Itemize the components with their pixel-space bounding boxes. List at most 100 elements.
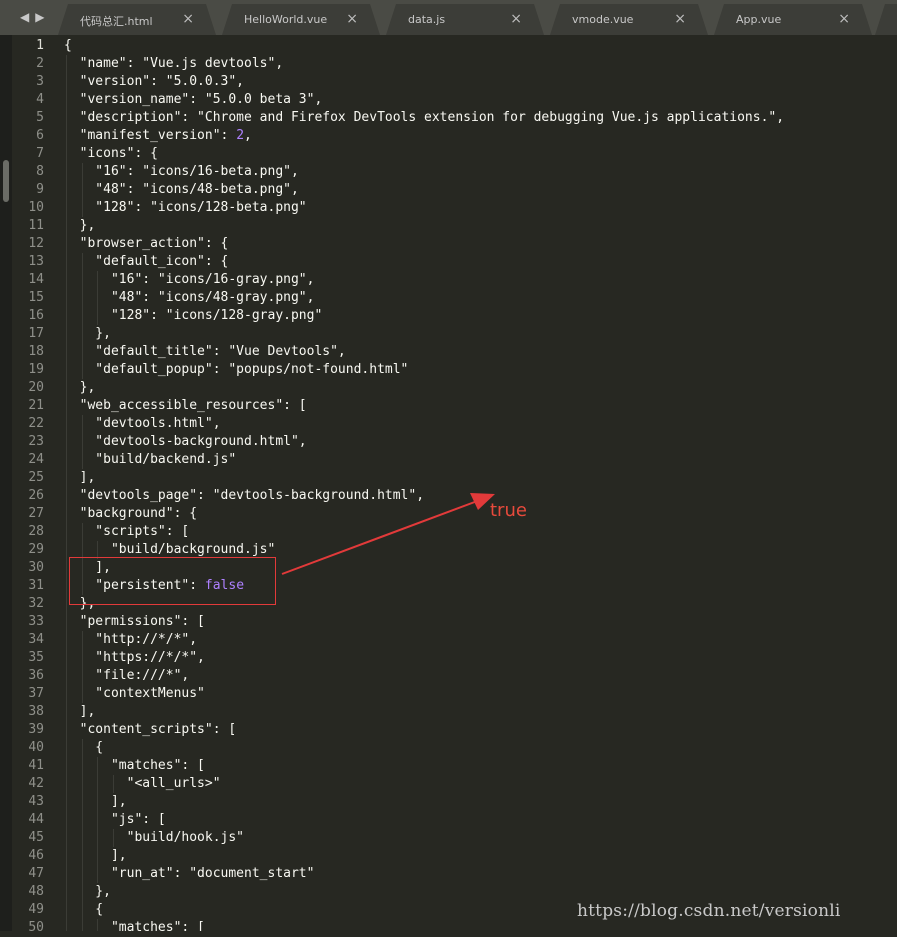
line-number: 4 — [36, 92, 44, 107]
code-line: { — [64, 902, 104, 917]
line-number: 8 — [36, 164, 44, 179]
code-line: "contextMenus" — [64, 686, 205, 701]
line-number: 13 — [28, 254, 44, 269]
code-line: "default_icon": { — [64, 254, 229, 269]
tab-file-3[interactable]: data.js × — [386, 4, 544, 35]
code-line: "content_scripts": [ — [64, 722, 237, 737]
code-line: "build/hook.js" — [64, 830, 245, 845]
line-number: 37 — [28, 686, 44, 701]
tab-overflow-edge — [875, 4, 897, 35]
line-number: 41 — [28, 758, 44, 773]
code-line: "web_accessible_resources": [ — [64, 398, 307, 413]
code-line: "<all_urls>" — [64, 776, 221, 791]
tab-label: App.vue — [736, 13, 782, 26]
tab-file-1[interactable]: 代码总汇.html × — [58, 4, 216, 35]
code-line: "version_name": "5.0.0 beta 3", — [64, 92, 323, 107]
code-line: "run_at": "document_start" — [64, 866, 315, 881]
line-number: 40 — [28, 740, 44, 755]
annotation-highlight-box — [69, 557, 276, 605]
tab-bar: ◀ ▶ 代码总汇.html × HelloWorld.vue × data.js… — [0, 0, 897, 35]
code-line: "48": "icons/48-gray.png", — [64, 290, 315, 305]
line-number: 31 — [28, 578, 44, 593]
code-line: { — [64, 38, 72, 53]
line-number: 44 — [28, 812, 44, 827]
line-number-gutter: 1 2 3 4 5 6 7 8 9 10 11 12 13 14 15 16 17 18 19 20 21 22 23 24 2… — [12, 35, 58, 935]
line-number: 23 — [28, 434, 44, 449]
line-number: 30 — [28, 560, 44, 575]
code-line: "https://*/*", — [64, 650, 205, 665]
watermark: https://blog.csdn.net/versionli — [577, 901, 841, 921]
line-number: 7 — [36, 146, 44, 161]
line-number: 49 — [28, 902, 44, 917]
line-number: 17 — [28, 326, 44, 341]
code-line: "default_popup": "popups/not-found.html" — [64, 362, 409, 377]
line-number: 39 — [28, 722, 44, 737]
arrow-left-icon[interactable]: ◀ — [20, 10, 29, 24]
arrow-right-icon[interactable]: ▶ — [35, 10, 44, 24]
close-icon[interactable]: × — [510, 11, 522, 27]
tab-label: vmode.vue — [572, 13, 634, 26]
line-number: 5 — [36, 110, 44, 125]
line-number: 50 — [28, 920, 44, 935]
code-line: "devtools.html", — [64, 416, 221, 431]
line-number: 15 — [28, 290, 44, 305]
code-line: "browser_action": { — [64, 236, 229, 251]
line-number: 32 — [28, 596, 44, 611]
code-line: "build/backend.js" — [64, 452, 237, 467]
line-number: 48 — [28, 884, 44, 899]
close-icon[interactable]: × — [838, 11, 850, 27]
code-line: "matches": [ — [64, 758, 205, 773]
line-number: 1 — [36, 38, 44, 53]
line-number: 36 — [28, 668, 44, 683]
code-line: "name": "Vue.js devtools", — [64, 56, 284, 71]
code-line: "16": "icons/16-gray.png", — [64, 272, 315, 287]
line-number: 21 — [28, 398, 44, 413]
scrollbar[interactable] — [0, 35, 12, 931]
tab-label: 代码总汇.html — [80, 15, 153, 28]
code-line: "permissions": [ — [64, 614, 205, 629]
code-line: "background": { — [64, 506, 198, 521]
code-line: "devtools-background.html", — [64, 434, 307, 449]
code-line: "version": "5.0.0.3", — [64, 74, 245, 89]
tab-file-5[interactable]: App.vue × — [714, 4, 872, 35]
code-line: ], — [64, 848, 127, 863]
line-number: 28 — [28, 524, 44, 539]
code-line: "16": "icons/16-beta.png", — [64, 164, 299, 179]
line-number: 43 — [28, 794, 44, 809]
code-line: }, — [64, 884, 111, 899]
tab-navigation: ◀ ▶ — [20, 8, 52, 26]
line-number: 11 — [28, 218, 44, 233]
line-number: 35 — [28, 650, 44, 665]
line-number: 29 — [28, 542, 44, 557]
code-line: "matches": [ — [64, 920, 205, 931]
code-editor[interactable]: { "name": "Vue.js devtools", "version": … — [58, 35, 897, 931]
line-number: 10 — [28, 200, 44, 215]
code-line: "js": [ — [64, 812, 166, 827]
tab-file-2[interactable]: HelloWorld.vue × — [222, 4, 380, 35]
line-number: 18 — [28, 344, 44, 359]
line-number: 33 — [28, 614, 44, 629]
close-icon[interactable]: × — [674, 11, 686, 27]
close-icon[interactable]: × — [182, 11, 194, 27]
line-number: 25 — [28, 470, 44, 485]
tab-file-4[interactable]: vmode.vue × — [550, 4, 708, 35]
line-number: 45 — [28, 830, 44, 845]
code-line: ], — [64, 704, 96, 719]
code-line: "scripts": [ — [64, 524, 190, 539]
line-number: 16 — [28, 308, 44, 323]
code-line: "manifest_version": 2, — [64, 128, 252, 143]
line-number: 3 — [36, 74, 44, 89]
scrollbar-thumb[interactable] — [3, 160, 9, 202]
code-line: "128": "icons/128-gray.png" — [64, 308, 323, 323]
line-number: 46 — [28, 848, 44, 863]
code-line: "default_title": "Vue Devtools", — [64, 344, 346, 359]
code-line: "description": "Chrome and Firefox DevTo… — [64, 110, 785, 125]
close-icon[interactable]: × — [346, 11, 358, 27]
line-number: 19 — [28, 362, 44, 377]
line-number: 34 — [28, 632, 44, 647]
line-number: 47 — [28, 866, 44, 881]
line-number: 20 — [28, 380, 44, 395]
tab-label: HelloWorld.vue — [244, 13, 328, 26]
line-number: 6 — [36, 128, 44, 143]
line-number: 24 — [28, 452, 44, 467]
